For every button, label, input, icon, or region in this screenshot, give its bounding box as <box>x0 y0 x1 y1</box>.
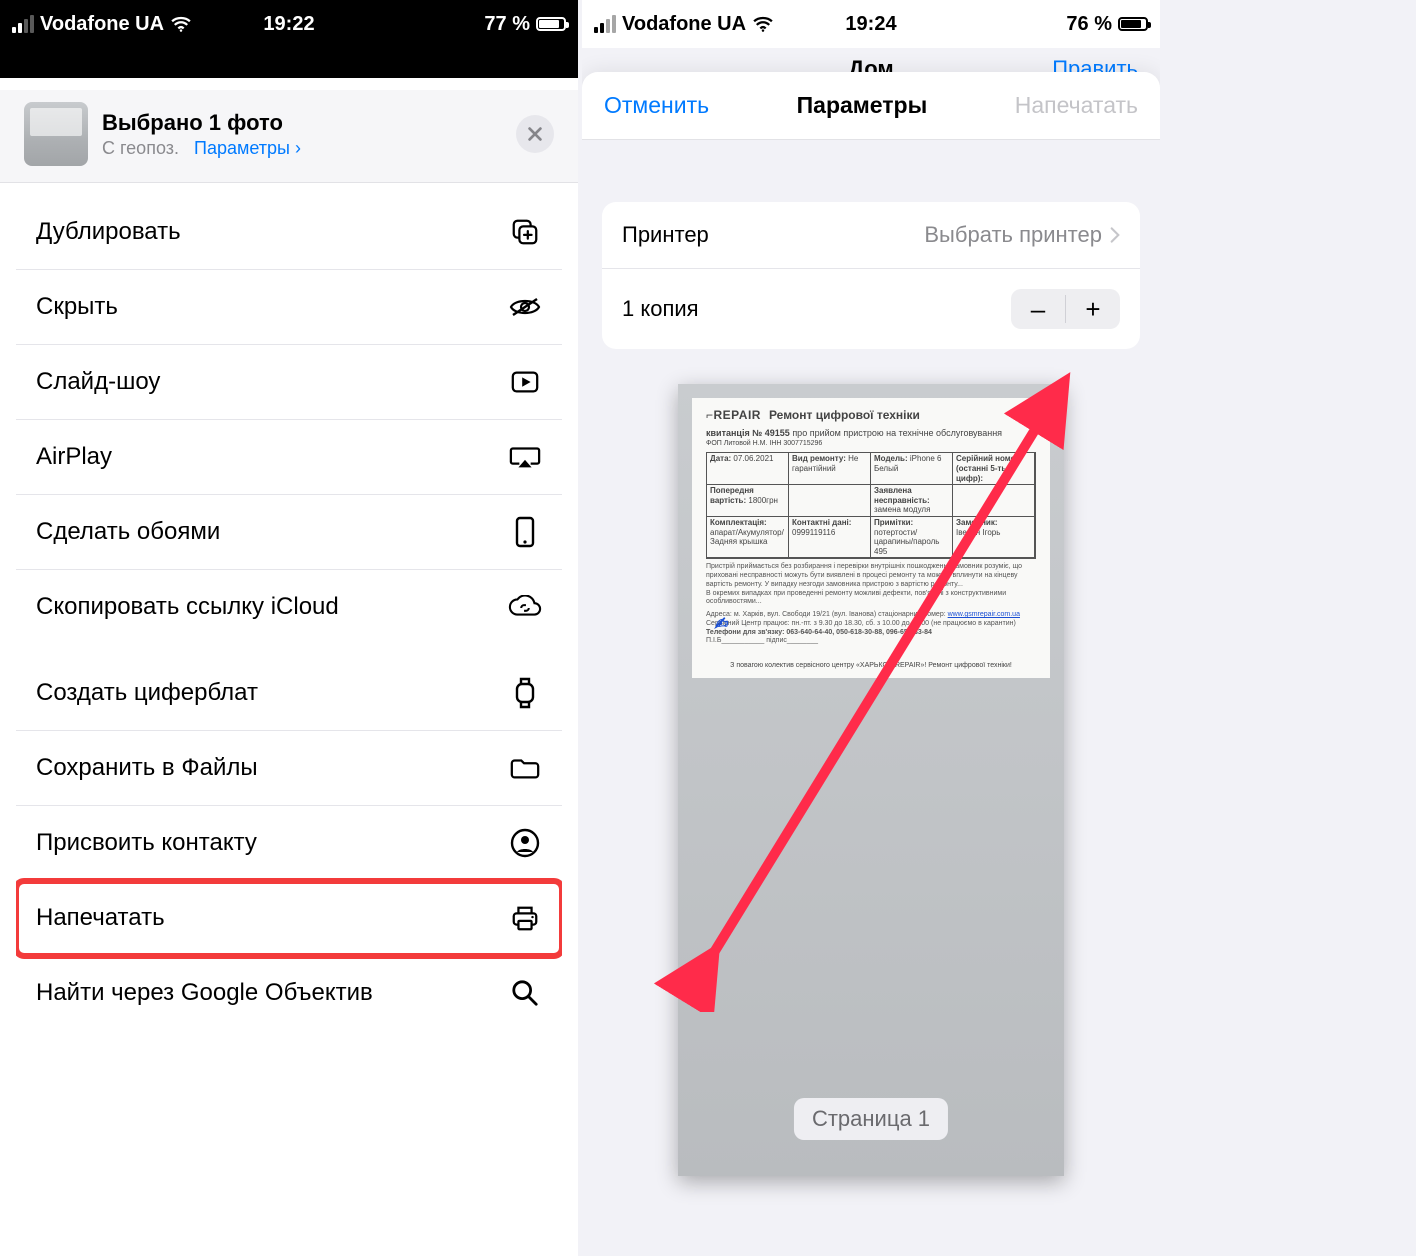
action-airplay[interactable]: AirPlay <box>16 420 562 495</box>
clock: 19:24 <box>845 13 896 36</box>
play-box-icon <box>508 365 542 399</box>
carrier-label: Vodafone UA <box>40 13 164 36</box>
status-bar-left: Vodafone UA 19:22 77 % <box>0 0 578 48</box>
action-print[interactable]: Напечатать <box>16 881 562 956</box>
battery-icon <box>1118 17 1148 31</box>
modal-nav: Отменить Параметры Напечатать <box>582 72 1160 140</box>
eye-off-icon <box>508 290 542 324</box>
doc-brand: ⌐REPAIR <box>706 408 761 424</box>
printer-icon <box>508 901 542 935</box>
action-duplicate[interactable]: Дублировать <box>16 195 562 270</box>
action-wallpaper[interactable]: Сделать обоями <box>16 495 562 570</box>
search-icon <box>508 976 542 1010</box>
copies-label: 1 копия <box>622 296 699 322</box>
print-button[interactable]: Напечатать <box>1015 92 1138 119</box>
signal-icon <box>12 15 34 33</box>
clock: 19:22 <box>263 13 314 36</box>
share-thumbnail <box>24 102 88 166</box>
cancel-button[interactable]: Отменить <box>604 92 709 119</box>
stepper-minus[interactable]: – <box>1011 289 1065 329</box>
printer-row[interactable]: Принтер Выбрать принтер <box>602 202 1140 269</box>
document-content: ⌐REPAIR Ремонт цифрової техніки квитанці… <box>692 398 1050 678</box>
action-save-to-files[interactable]: Сохранить в Файлы <box>16 731 562 806</box>
phone-icon <box>508 515 542 549</box>
share-subtitle[interactable]: С геопоз. Параметры › <box>102 138 301 159</box>
action-google-lens[interactable]: Найти через Google Объектив <box>16 956 562 1030</box>
battery-icon <box>536 17 566 31</box>
battery-pct: 76 % <box>1066 13 1112 36</box>
share-title: Выбрано 1 фото <box>102 110 301 136</box>
carrier-label: Vodafone UA <box>622 13 746 36</box>
wifi-icon <box>752 16 774 32</box>
airplay-icon <box>508 440 542 474</box>
printer-value: Выбрать принтер <box>924 222 1120 248</box>
cloud-link-icon <box>508 590 542 624</box>
contact-icon <box>508 826 542 860</box>
printer-label: Принтер <box>622 222 709 248</box>
close-button[interactable] <box>516 115 554 153</box>
doc-title: Ремонт цифрової техніки <box>769 408 920 424</box>
share-actions-group-1: Дублировать Скрыть Слайд-шоу <box>16 195 562 644</box>
print-settings: Принтер Выбрать принтер 1 копия – + <box>602 202 1140 349</box>
status-bar-right: Vodafone UA 19:24 76 % <box>582 0 1160 48</box>
copies-stepper: – + <box>1011 289 1120 329</box>
modal-title: Параметры <box>797 92 928 119</box>
right-phone: Vodafone UA 19:24 76 % Дом Править Отмен… <box>582 0 1160 1256</box>
wifi-icon <box>170 16 192 32</box>
watch-icon <box>508 676 542 710</box>
signal-icon <box>594 15 616 33</box>
signature: ✍︎ <box>713 615 729 637</box>
share-actions-group-2: Создать циферблат Сохранить в Файлы Прис… <box>16 656 562 1030</box>
share-header: Выбрано 1 фото С геопоз. Параметры › <box>0 90 578 183</box>
copies-row: 1 копия – + <box>602 269 1140 349</box>
left-phone: Vodafone UA 19:22 77 % Выбрано 1 фото С … <box>0 0 578 1256</box>
folder-icon <box>508 751 542 785</box>
battery-pct: 77 % <box>484 13 530 36</box>
print-modal: Отменить Параметры Напечатать Принтер Вы… <box>582 72 1160 1256</box>
action-slideshow[interactable]: Слайд-шоу <box>16 345 562 420</box>
print-preview[interactable]: ⌐REPAIR Ремонт цифрової техніки квитанці… <box>678 384 1064 1176</box>
stepper-plus[interactable]: + <box>1066 289 1120 329</box>
action-hide[interactable]: Скрыть <box>16 270 562 345</box>
action-assign-contact[interactable]: Присвоить контакту <box>16 806 562 881</box>
action-copy-icloud-link[interactable]: Скопировать ссылку iCloud <box>16 570 562 644</box>
chevron-right-icon <box>1110 226 1120 244</box>
duplicate-icon <box>508 215 542 249</box>
page-badge: Страница 1 <box>794 1098 948 1140</box>
action-watchface[interactable]: Создать циферблат <box>16 656 562 731</box>
preview-page: ⌐REPAIR Ремонт цифрової техніки квитанці… <box>678 384 1064 1176</box>
